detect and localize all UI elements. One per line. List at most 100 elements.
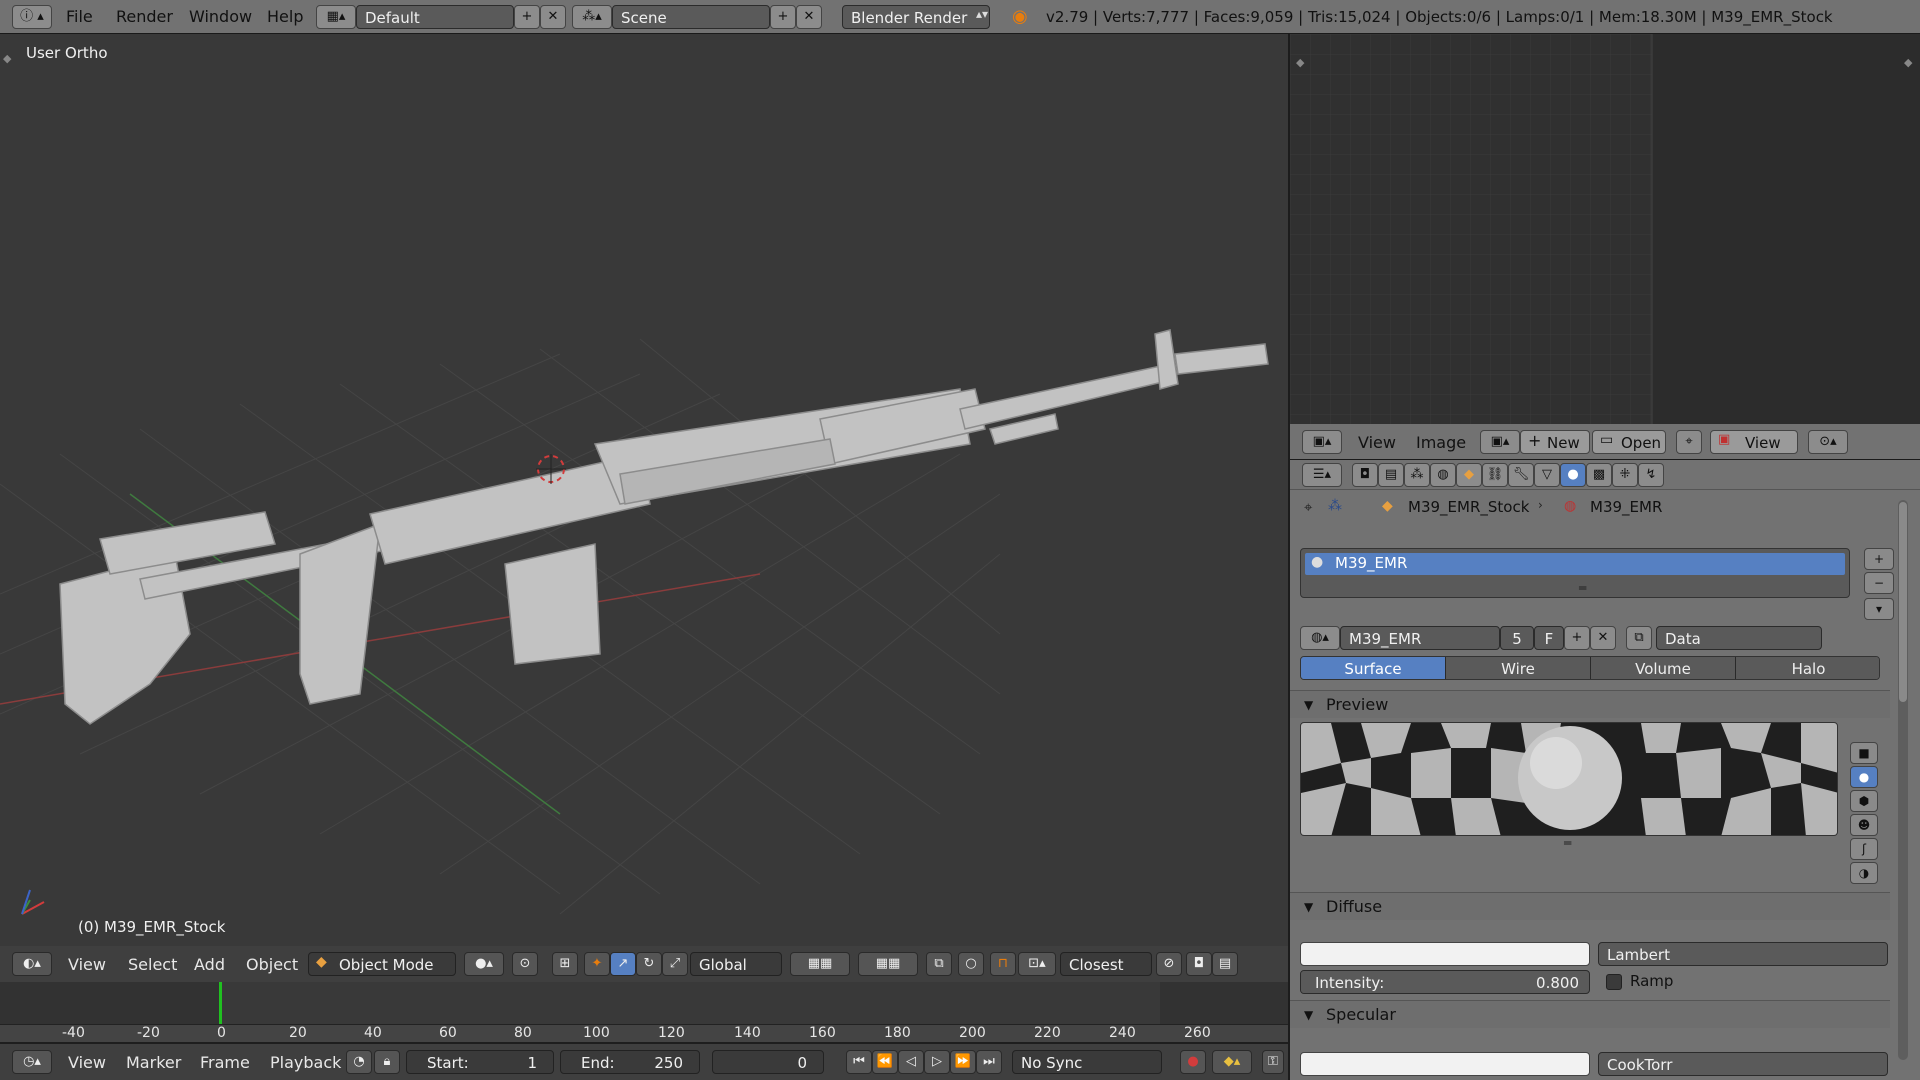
- scale-icon[interactable]: ⤢: [662, 952, 688, 976]
- properties-scroll-thumb[interactable]: [1899, 502, 1907, 702]
- link-select[interactable]: Data: [1656, 626, 1822, 650]
- material-slot-row[interactable]: ● M39_EMR: [1305, 553, 1845, 575]
- image-panel-toggle-icon[interactable]: ◆: [1296, 56, 1304, 69]
- layout-field[interactable]: Default: [356, 5, 514, 29]
- render-tab-icon[interactable]: ◘: [1352, 463, 1378, 487]
- keyframe-icon[interactable]: ⚿: [1262, 1050, 1284, 1074]
- proportional-icon[interactable]: ○: [958, 952, 984, 976]
- texture-tab-icon[interactable]: ▩: [1586, 463, 1612, 487]
- snap-align-icon[interactable]: ⊘: [1156, 952, 1182, 976]
- users-count-field[interactable]: 5: [1500, 626, 1534, 650]
- modifiers-tab-icon[interactable]: 🔧︎: [1508, 463, 1534, 487]
- diffuse-color-swatch[interactable]: [1300, 942, 1590, 966]
- layout-icon[interactable]: ▦▴: [316, 5, 356, 29]
- pivot-icon[interactable]: ⊙: [512, 952, 538, 976]
- preview-flat-icon[interactable]: ■: [1850, 742, 1878, 764]
- remove-scene-icon[interactable]: ✕: [796, 5, 822, 29]
- pin-icon[interactable]: ⌖: [1304, 498, 1312, 516]
- rifle-model[interactable]: [59, 329, 1269, 725]
- render-engine-select[interactable]: Blender Render: [842, 5, 990, 29]
- uv-image-editor[interactable]: ◆ ◆: [1290, 34, 1920, 424]
- remove-slot-icon[interactable]: −: [1864, 572, 1894, 594]
- jump-start-icon[interactable]: ⏮: [846, 1050, 872, 1074]
- material-browse-icon[interactable]: ◍▴: [1300, 626, 1340, 650]
- new-material-icon[interactable]: +: [1564, 626, 1590, 650]
- menu-view-image[interactable]: View: [1358, 426, 1396, 460]
- specular-shader-select[interactable]: CookTorr: [1598, 1052, 1888, 1076]
- current-frame-marker[interactable]: [219, 982, 222, 1024]
- preview-sky-icon[interactable]: ◑: [1850, 862, 1878, 884]
- image-panel-toggle-right-icon[interactable]: ◆: [1904, 56, 1912, 69]
- menu-select[interactable]: Select: [128, 948, 177, 982]
- menu-playback[interactable]: Playback: [270, 1046, 341, 1080]
- menu-frame[interactable]: Frame: [200, 1046, 250, 1080]
- intensity-slider[interactable]: Intensity: 0.800: [1300, 970, 1590, 994]
- end-frame-field[interactable]: End: 250: [560, 1050, 700, 1074]
- manipulator-icon[interactable]: ✦: [584, 952, 610, 976]
- translate-icon[interactable]: ↗: [610, 952, 636, 976]
- add-layout-icon[interactable]: +: [514, 5, 540, 29]
- lock-icon[interactable]: 🔒︎: [374, 1050, 400, 1074]
- pivot-image-icon[interactable]: ⊙▴: [1808, 430, 1848, 454]
- snap-target-select[interactable]: Closest: [1060, 952, 1152, 976]
- play-icon[interactable]: ▷: [924, 1050, 950, 1074]
- material-tab-icon[interactable]: ●: [1560, 463, 1586, 487]
- scene-tab-icon[interactable]: ⁂: [1404, 463, 1430, 487]
- node-material-icon[interactable]: ⧉: [1626, 626, 1652, 650]
- menu-file[interactable]: File: [66, 0, 93, 34]
- start-frame-field[interactable]: Start: 1: [406, 1050, 554, 1074]
- constraints-tab-icon[interactable]: ⛓: [1482, 463, 1508, 487]
- image-browse-icon[interactable]: ▣▴: [1480, 430, 1520, 454]
- editor-type-image-icon[interactable]: ▣▴: [1302, 430, 1342, 454]
- render-opengl-icon[interactable]: ◘: [1186, 952, 1212, 976]
- object-tab-icon[interactable]: ◆: [1456, 463, 1482, 487]
- tab-halo[interactable]: Halo: [1736, 657, 1879, 679]
- jump-key-back-icon[interactable]: ⏪: [872, 1050, 898, 1074]
- properties-scrollbar[interactable]: [1898, 500, 1908, 1060]
- scene-field[interactable]: Scene: [612, 5, 770, 29]
- menu-image[interactable]: Image: [1416, 426, 1466, 460]
- editor-type-info-icon[interactable]: ⓘ ▴: [12, 5, 52, 29]
- pin-image-icon[interactable]: ⌖: [1676, 430, 1702, 454]
- layers-grid-icon[interactable]: ▦▦: [790, 952, 850, 976]
- editor-type-timeline-icon[interactable]: ◷▴: [12, 1050, 52, 1074]
- layers-grid-2-icon[interactable]: ▦▦: [858, 952, 918, 976]
- jump-end-icon[interactable]: ⏭: [976, 1050, 1002, 1074]
- menu-marker[interactable]: Marker: [126, 1046, 181, 1080]
- tab-surface[interactable]: Surface: [1301, 657, 1446, 679]
- tab-wire[interactable]: Wire: [1446, 657, 1591, 679]
- current-frame-field[interactable]: 0: [712, 1050, 824, 1074]
- snap-magnet-icon[interactable]: ⊓: [990, 952, 1016, 976]
- record-icon[interactable]: ●: [1180, 1050, 1206, 1074]
- preview-hair-icon[interactable]: ʃ: [1850, 838, 1878, 860]
- scene-icon[interactable]: ⁂▴: [572, 5, 612, 29]
- unlink-material-icon[interactable]: ✕: [1590, 626, 1616, 650]
- editor-type-properties-icon[interactable]: ☰▴: [1302, 463, 1342, 487]
- specular-panel-header[interactable]: ▼ Specular: [1290, 1000, 1890, 1028]
- menu-help[interactable]: Help: [267, 0, 303, 34]
- tab-volume[interactable]: Volume: [1591, 657, 1736, 679]
- preview-sphere-icon[interactable]: ●: [1850, 766, 1878, 788]
- menu-object[interactable]: Object: [246, 948, 298, 982]
- panel-toggle-icon[interactable]: ◆: [3, 52, 11, 65]
- keying-set-icon[interactable]: ◆▴: [1212, 1050, 1252, 1074]
- fake-user-button[interactable]: F: [1534, 626, 1564, 650]
- preview-cube-icon[interactable]: ⬢: [1850, 790, 1878, 812]
- diffuse-shader-select[interactable]: Lambert: [1598, 942, 1888, 966]
- preview-range-icon[interactable]: ◔: [346, 1050, 372, 1074]
- timeline-area[interactable]: -40 -20 0 20 40 60 80 100 120 140 160 18…: [0, 982, 1288, 1042]
- menu-window[interactable]: Window: [189, 0, 252, 34]
- preview-panel-header[interactable]: ▼ Preview: [1290, 690, 1890, 718]
- menu-view[interactable]: View: [68, 948, 106, 982]
- lock-camera-icon[interactable]: ⧉: [926, 952, 952, 976]
- editor-type-3dview-icon[interactable]: ◐▴: [12, 952, 52, 976]
- preview-monkey-icon[interactable]: ☻: [1850, 814, 1878, 836]
- preview-resize-handle-icon[interactable]: ═: [1564, 836, 1571, 850]
- menu-add[interactable]: Add: [194, 948, 225, 982]
- rotate-icon[interactable]: ↻: [636, 952, 662, 976]
- material-slot-list[interactable]: ● M39_EMR ═: [1300, 548, 1850, 598]
- render-layers-tab-icon[interactable]: ▤: [1378, 463, 1404, 487]
- view-global-icon[interactable]: ⊞: [552, 952, 578, 976]
- world-tab-icon[interactable]: ◍: [1430, 463, 1456, 487]
- slot-specials-icon[interactable]: ▾: [1864, 598, 1894, 620]
